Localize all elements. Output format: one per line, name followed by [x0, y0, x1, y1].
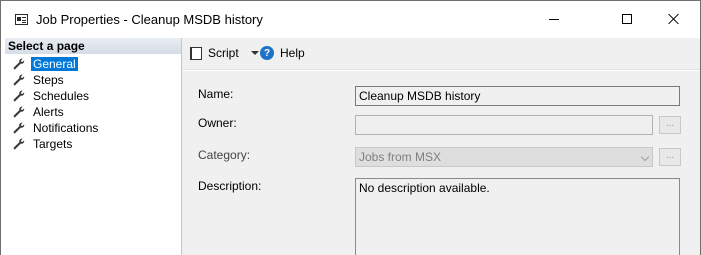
job-properties-window: Job Properties - Cleanup MSDB history Se…: [0, 0, 701, 255]
category-dropdown[interactable]: Jobs from MSX: [355, 147, 653, 167]
help-icon: ?: [260, 46, 274, 60]
chevron-down-icon: [640, 152, 650, 162]
minimize-icon: [549, 18, 559, 20]
category-value: Jobs from MSX: [359, 150, 442, 164]
minimize-button[interactable]: [531, 1, 577, 37]
owner-field[interactable]: [355, 115, 653, 135]
wrench-icon: [13, 138, 25, 150]
description-label: Description:: [198, 179, 262, 193]
wrench-icon: [13, 90, 25, 102]
page-item-label: Steps: [33, 73, 64, 87]
select-page-header: Select a page: [5, 38, 181, 54]
page-item-steps[interactable]: Steps: [13, 72, 100, 88]
maximize-button[interactable]: [604, 1, 650, 37]
select-page-pane: Select a page General Steps Schedules Al…: [5, 38, 182, 255]
window-title: Job Properties - Cleanup MSDB history: [36, 12, 263, 27]
wrench-icon: [13, 74, 25, 86]
wrench-icon: [13, 106, 25, 118]
page-item-targets[interactable]: Targets: [13, 136, 100, 152]
wrench-icon: [13, 122, 25, 134]
owner-browse-button[interactable]: ...: [659, 116, 681, 134]
name-field[interactable]: Cleanup MSDB history: [355, 86, 680, 106]
owner-label: Owner:: [198, 116, 237, 130]
description-field[interactable]: No description available.: [355, 178, 680, 255]
help-label: Help: [280, 46, 305, 60]
script-dropdown-arrow-icon[interactable]: [250, 51, 259, 55]
script-button[interactable]: Script: [190, 46, 259, 60]
maximize-icon: [622, 14, 632, 24]
name-label: Name:: [198, 87, 234, 101]
script-icon: [190, 46, 202, 60]
page-item-label: General: [30, 56, 79, 72]
page-item-label: Alerts: [33, 105, 64, 119]
page-list: General Steps Schedules Alerts Notificat…: [13, 56, 100, 152]
category-browse-button[interactable]: ...: [659, 148, 681, 166]
category-label: Category:: [198, 148, 251, 162]
general-page-content: Name: Cleanup MSDB history Owner: ... Ca…: [182, 71, 700, 255]
title-bar[interactable]: Job Properties - Cleanup MSDB history: [1, 1, 700, 37]
page-item-schedules[interactable]: Schedules: [13, 88, 100, 104]
page-item-alerts[interactable]: Alerts: [13, 104, 100, 120]
close-button[interactable]: [651, 1, 697, 37]
wrench-icon: [13, 58, 25, 70]
help-button[interactable]: ? Help: [260, 46, 305, 60]
page-item-general[interactable]: General: [13, 56, 100, 72]
page-item-label: Notifications: [33, 121, 99, 135]
page-item-notifications[interactable]: Notifications: [13, 120, 100, 136]
window-app-icon[interactable]: [15, 14, 28, 25]
page-item-label: Targets: [33, 137, 73, 151]
script-label: Script: [208, 46, 239, 60]
toolbar: Script ? Help: [182, 38, 700, 70]
page-item-label: Schedules: [33, 89, 90, 103]
close-icon: [668, 13, 680, 25]
